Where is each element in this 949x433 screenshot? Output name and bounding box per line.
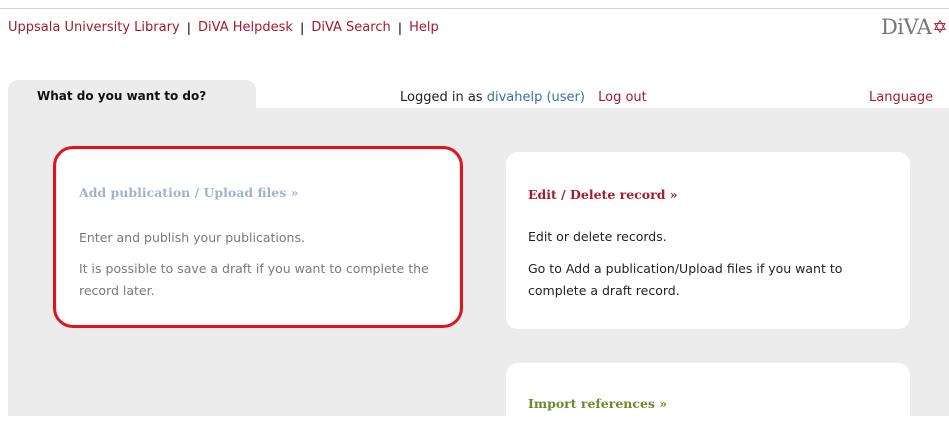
add-publication-card: Add publication / Upload files » Enter a… [57,150,459,326]
language-link[interactable]: Language [869,90,933,105]
top-nav: Uppsala University Library | DiVA Helpde… [8,20,439,35]
import-references-link[interactable]: Import references » [528,396,667,411]
import-references-card: Import references » [506,363,910,433]
diva-helpdesk-link[interactable]: DiVA Helpdesk [198,20,293,35]
card-description: Edit or delete records. [528,229,667,244]
top-divider [0,8,949,9]
logout-link[interactable]: Log out [598,90,647,105]
diva-logo[interactable]: DiVA ✡ [880,15,948,39]
card-description: Go to Add a publication/Upload files if … [528,261,843,298]
uppsala-library-link[interactable]: Uppsala University Library [8,20,180,35]
nav-separator: | [186,20,192,35]
username: divahelp (user) [486,90,585,105]
add-publication-link[interactable]: Add publication / Upload files » [79,185,298,200]
help-link[interactable]: Help [409,20,439,35]
card-description: Enter and publish your publications. [79,230,305,245]
logged-in-prefix: Logged in as [400,90,483,105]
edit-delete-link[interactable]: Edit / Delete record » [528,187,678,202]
edit-delete-card: Edit / Delete record » Edit or delete re… [506,152,910,329]
logo-text: DiVA [880,15,932,39]
diva-search-link[interactable]: DiVA Search [311,20,390,35]
nav-separator: | [299,20,305,35]
tab-label: What do you want to do? [37,89,207,103]
login-status: Logged in as divahelp (user) Log out [400,90,647,105]
star-of-david-icon: ✡ [932,16,947,38]
card-description: It is possible to save a draft if you wa… [79,261,429,298]
nav-separator: | [397,20,403,35]
